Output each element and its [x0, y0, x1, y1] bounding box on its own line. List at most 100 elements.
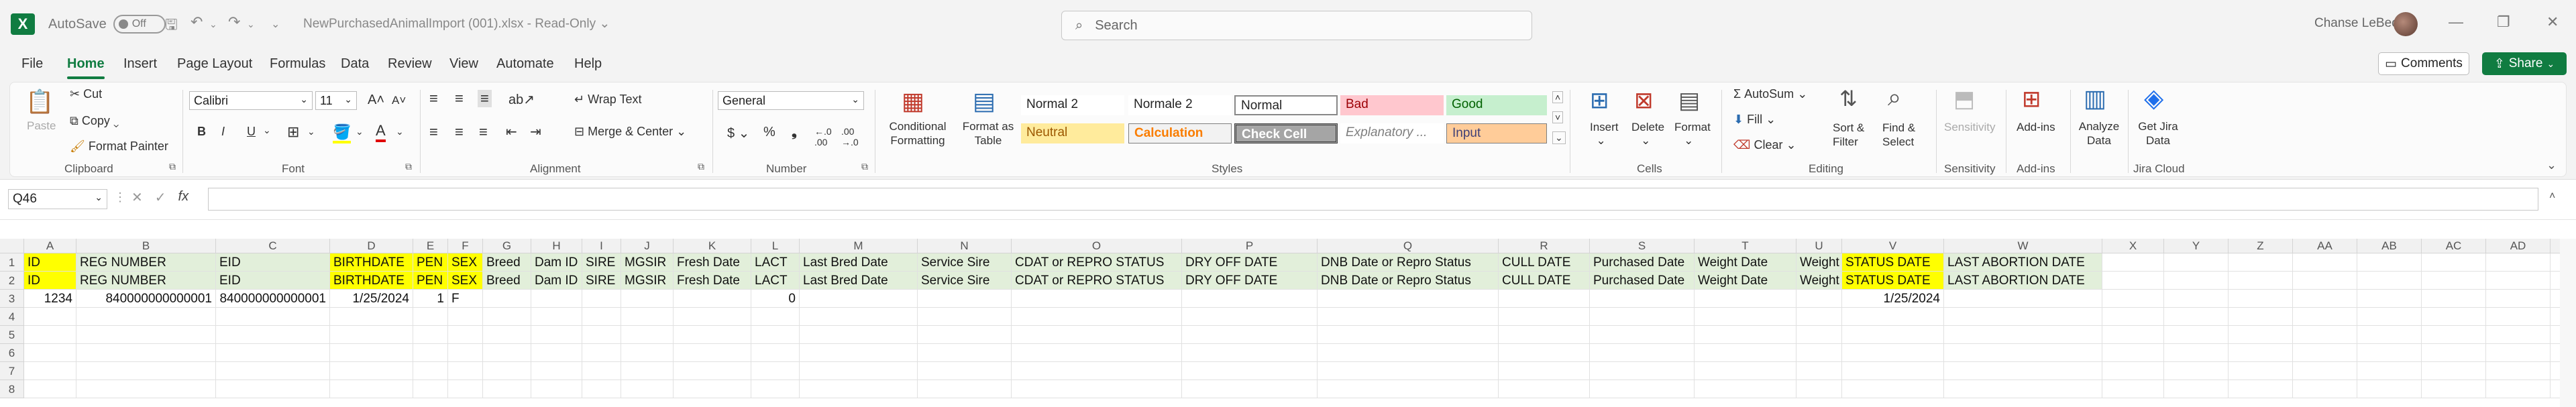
fill-color-icon[interactable]: 🪣	[333, 123, 352, 143]
cell-r1[interactable]: CULL DATE	[1499, 253, 1590, 272]
column-header-i[interactable]: I	[582, 239, 621, 253]
jira-icon[interactable]: ◈	[2144, 83, 2163, 113]
tab-automate[interactable]: Automate	[496, 56, 554, 72]
cell-l7[interactable]	[751, 362, 800, 380]
cell-t2[interactable]: Weight Date	[1695, 272, 1796, 290]
cell-i1[interactable]: SIRE	[582, 253, 621, 272]
cell-b6[interactable]	[76, 344, 216, 362]
addins-button[interactable]: Add-ins	[2017, 121, 2055, 134]
cell-o6[interactable]	[1012, 344, 1182, 362]
cell-c3[interactable]: 840000000000001	[216, 290, 330, 308]
format-painter-button[interactable]: 🖌 Format Painter	[70, 139, 168, 154]
decrease-indent-icon[interactable]: ⇤	[506, 123, 517, 140]
cell-f3[interactable]: F	[448, 290, 483, 308]
avatar[interactable]	[2394, 12, 2418, 36]
underline-icon[interactable]: U	[247, 125, 256, 139]
cell-v3[interactable]: 1/25/2024	[1842, 290, 1944, 308]
cell-y4[interactable]	[2164, 308, 2229, 326]
cell-i8[interactable]	[582, 380, 621, 398]
cell-m2[interactable]: Last Bred Date	[800, 272, 918, 290]
row-header-1[interactable]: 1	[0, 253, 24, 272]
row-header-2[interactable]: 2	[0, 272, 24, 290]
cell-ad3[interactable]	[2486, 290, 2551, 308]
font-color-dropdown-icon[interactable]: ⌄	[396, 126, 404, 137]
tab-view[interactable]: View	[449, 56, 478, 72]
cell-x5[interactable]	[2102, 326, 2164, 344]
cell-q2[interactable]: DNB Date or Repro Status	[1318, 272, 1499, 290]
style-good[interactable]: Good	[1446, 95, 1547, 115]
insert-function-icon[interactable]: fx	[178, 189, 189, 206]
cell-d4[interactable]	[330, 308, 413, 326]
cell-h8[interactable]	[531, 380, 582, 398]
orientation-icon[interactable]: ab↗	[508, 91, 535, 108]
style-explanatory[interactable]: Explanatory ...	[1340, 123, 1444, 143]
cell-e2[interactable]: PEN	[413, 272, 448, 290]
increase-indent-icon[interactable]: ⇥	[530, 123, 541, 140]
column-header-n[interactable]: N	[918, 239, 1012, 253]
collapse-ribbon-icon[interactable]: ⌄	[2546, 158, 2557, 172]
cell-x6[interactable]	[2102, 344, 2164, 362]
grow-font-icon[interactable]: A˄	[368, 93, 384, 108]
cell-c6[interactable]	[216, 344, 330, 362]
cell-x4[interactable]	[2102, 308, 2164, 326]
cell-h4[interactable]	[531, 308, 582, 326]
cell-f5[interactable]	[448, 326, 483, 344]
analyze-data-button[interactable]: Analyze Data	[2076, 119, 2123, 148]
cell-m5[interactable]	[800, 326, 918, 344]
cell-v6[interactable]	[1842, 344, 1944, 362]
cell-d7[interactable]	[330, 362, 413, 380]
increase-decimal-icon[interactable]: ←.0.00	[814, 126, 832, 148]
cell-b4[interactable]	[76, 308, 216, 326]
cell-a2[interactable]: ID	[24, 272, 76, 290]
cell-ac8[interactable]	[2422, 380, 2486, 398]
cell-e4[interactable]	[413, 308, 448, 326]
cell-m7[interactable]	[800, 362, 918, 380]
cell-l4[interactable]	[751, 308, 800, 326]
font-size-dropdown[interactable]: 11 ⌄	[315, 91, 357, 110]
style-input[interactable]: Input	[1446, 123, 1547, 143]
customize-qat-icon[interactable]: ⌄	[271, 17, 280, 31]
undo-icon[interactable]: ↶	[191, 13, 203, 31]
cell-q5[interactable]	[1318, 326, 1499, 344]
search-box[interactable]: ⌕ Search	[1061, 11, 1532, 40]
cell-w3[interactable]	[1944, 290, 2102, 308]
user-name[interactable]: Chanse LeBeck	[2314, 16, 2404, 31]
cell-n4[interactable]	[918, 308, 1012, 326]
underline-dropdown-icon[interactable]: ⌄	[263, 125, 271, 136]
cell-y1[interactable]	[2164, 253, 2229, 272]
fill-dropdown-icon[interactable]: ⌄	[356, 126, 364, 137]
cell-w6[interactable]	[1944, 344, 2102, 362]
cell-k8[interactable]	[674, 380, 751, 398]
cell-a7[interactable]	[24, 362, 76, 380]
cell-s1[interactable]: Purchased Date	[1590, 253, 1695, 272]
cell-aa2[interactable]	[2293, 272, 2357, 290]
cell-s2[interactable]: Purchased Date	[1590, 272, 1695, 290]
cell-n1[interactable]: Service Sire	[918, 253, 1012, 272]
style-normal[interactable]: Normal	[1234, 95, 1338, 115]
cell-t8[interactable]	[1695, 380, 1796, 398]
cell-g7[interactable]	[483, 362, 531, 380]
cell-ac6[interactable]	[2422, 344, 2486, 362]
cell-q1[interactable]: DNB Date or Repro Status	[1318, 253, 1499, 272]
tab-page-layout[interactable]: Page Layout	[177, 56, 252, 72]
cell-ac2[interactable]	[2422, 272, 2486, 290]
tab-insert[interactable]: Insert	[123, 56, 157, 72]
cell-j5[interactable]	[621, 326, 674, 344]
column-header-g[interactable]: G	[483, 239, 531, 253]
cell-t4[interactable]	[1695, 308, 1796, 326]
cell-p6[interactable]	[1182, 344, 1318, 362]
cell-w4[interactable]	[1944, 308, 2102, 326]
cut-button[interactable]: ✂ Cut	[70, 87, 102, 101]
column-header-x[interactable]: X	[2102, 239, 2164, 253]
cell-j8[interactable]	[621, 380, 674, 398]
style-neutral[interactable]: Neutral	[1021, 123, 1124, 143]
cell-i3[interactable]	[582, 290, 621, 308]
cell-b3[interactable]: 840000000000001	[76, 290, 216, 308]
cell-ad1[interactable]	[2486, 253, 2551, 272]
cell-ab7[interactable]	[2357, 362, 2422, 380]
cell-w7[interactable]	[1944, 362, 2102, 380]
cell-ac4[interactable]	[2422, 308, 2486, 326]
cell-o7[interactable]	[1012, 362, 1182, 380]
enter-icon[interactable]: ✓	[155, 189, 166, 206]
cell-m6[interactable]	[800, 344, 918, 362]
